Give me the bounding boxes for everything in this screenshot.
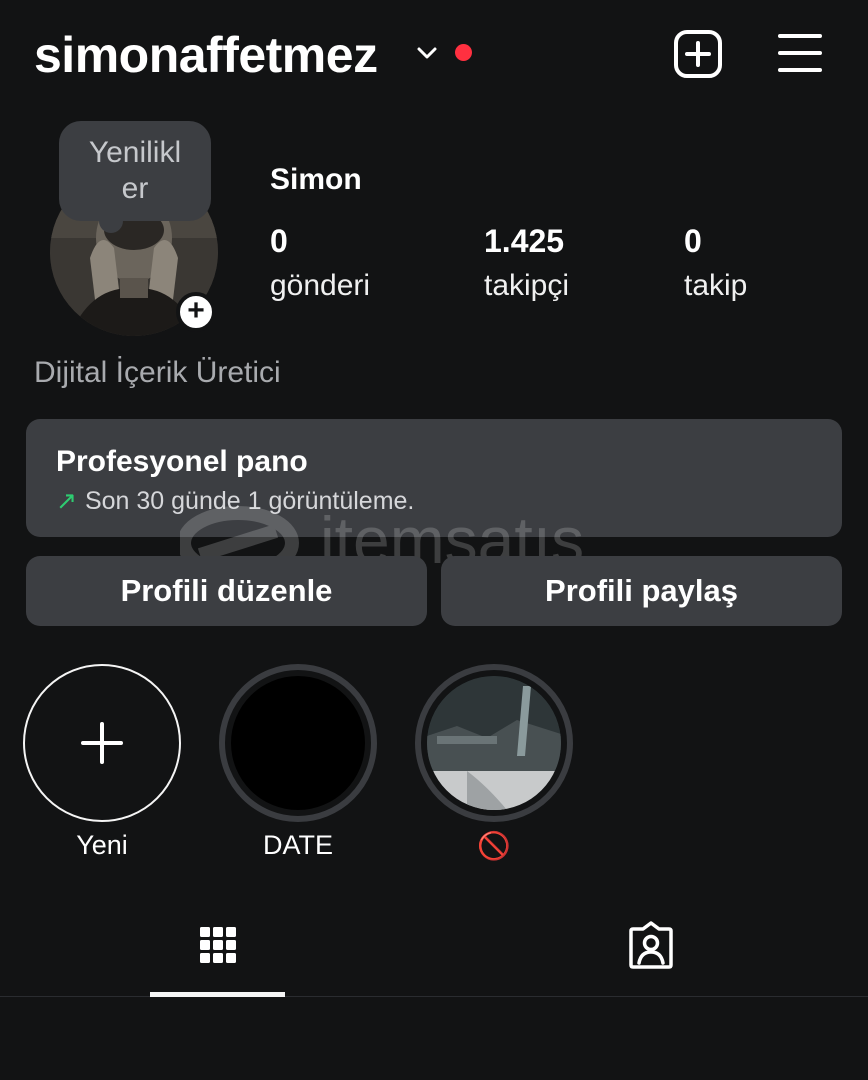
stat-posts[interactable]: 0 gönderi [270, 222, 370, 306]
trend-up-arrow-icon: ↗ [56, 487, 77, 515]
active-tab-indicator [150, 992, 285, 997]
stat-posts-label: gönderi [270, 269, 371, 302]
edit-profile-button[interactable]: Profili düzenle [26, 556, 427, 626]
notification-dot [455, 44, 472, 61]
highlight-cover-ring[interactable] [219, 664, 377, 822]
stat-following-count: 0 [684, 223, 702, 259]
add-story-button[interactable]: + [176, 292, 216, 332]
professional-dashboard-card[interactable]: Profesyonel pano ↗ Son 30 günde 1 görüntü… [26, 419, 842, 537]
highlight-new[interactable]: Yeni [23, 664, 181, 861]
tab-posts-grid[interactable] [150, 905, 285, 997]
dashboard-subtitle-text: Son 30 günde 1 görüntüleme. [84, 487, 415, 515]
chevron-down-icon[interactable] [412, 38, 442, 68]
plus-icon [81, 722, 123, 764]
share-profile-button[interactable]: Profili paylaş [441, 556, 842, 626]
display-name: Simon [270, 163, 362, 196]
create-post-icon[interactable] [672, 28, 724, 80]
stat-followers[interactable]: 1.425 takipçi [484, 222, 569, 306]
highlight-item[interactable]: DATE [219, 664, 377, 861]
stat-followers-count: 1.425 [484, 223, 565, 259]
highlight-label: 🚫 [477, 831, 511, 861]
plus-icon: + [187, 294, 205, 327]
highlight-new-circle[interactable] [23, 664, 181, 822]
stat-posts-count: 0 [270, 223, 288, 259]
profile-category: Dijital İçerik Üretici [34, 356, 281, 389]
hamburger-menu-icon[interactable] [776, 30, 824, 76]
highlight-label: DATE [262, 830, 333, 860]
highlight-cover [427, 676, 561, 810]
top-bar: simonaffetmez [0, 0, 868, 110]
tab-tagged[interactable] [583, 905, 718, 997]
profile-screen: simonaffetmez + Yenilikler Simon 0 gönde… [0, 0, 868, 1080]
highlight-cover [231, 676, 365, 810]
grid-icon [200, 927, 236, 963]
highlight-cover-ring[interactable] [415, 664, 573, 822]
dashboard-subtitle: ↗ Son 30 günde 1 görüntüleme. [56, 486, 414, 516]
note-text: Yenilikler [88, 136, 182, 205]
highlight-item[interactable]: 🚫 [415, 664, 573, 862]
stat-following-label: takip [684, 269, 748, 302]
highlight-cover-image [427, 676, 561, 810]
note-bubble[interactable]: Yenilikler [59, 121, 211, 233]
dashboard-title: Profesyonel pano [56, 445, 308, 478]
profile-tabs [0, 905, 868, 997]
stat-followers-label: takipçi [484, 269, 570, 302]
account-username[interactable]: simonaffetmez [34, 26, 378, 84]
stat-following[interactable]: 0 takip [684, 222, 747, 306]
highlight-label: Yeni [76, 830, 128, 860]
tagged-person-icon [629, 921, 673, 969]
